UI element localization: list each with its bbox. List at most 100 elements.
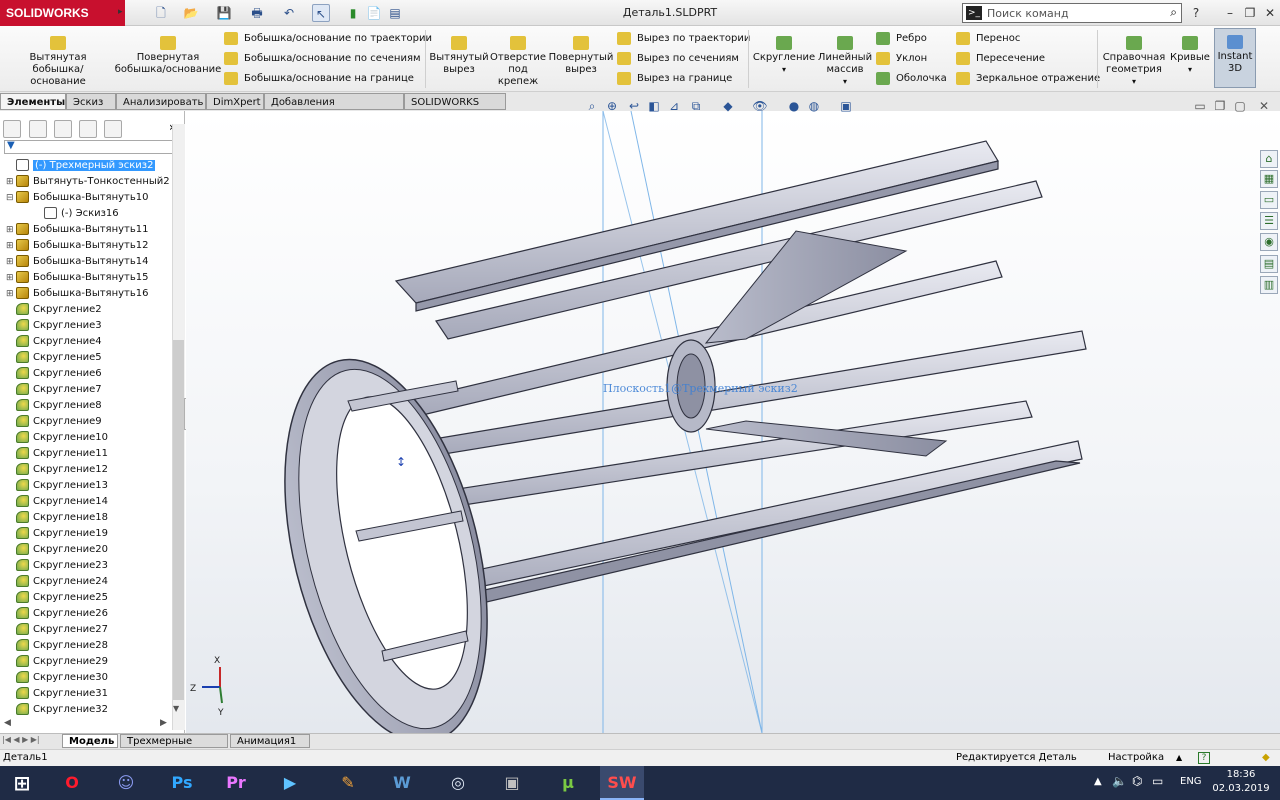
custom-properties-icon[interactable]: ▤ [1260, 255, 1278, 273]
rib-button[interactable]: Ребро [876, 30, 927, 48]
viewport-minimize-icon[interactable]: ▭ [1192, 98, 1208, 114]
tree-item[interactable]: Скругление20 [6, 542, 108, 558]
photoshop-icon[interactable]: Ps [160, 766, 204, 800]
tab-3d-views[interactable]: Трехмерные виды [120, 734, 228, 760]
tree-item[interactable]: Скругление24 [6, 574, 108, 590]
print-icon[interactable]: 🖶 [248, 4, 266, 22]
volume-icon[interactable]: 🔈 [1112, 774, 1127, 788]
tree-item[interactable]: (-) Эскиз16 [34, 206, 119, 222]
tray-expand-icon[interactable]: ▲ [1094, 776, 1102, 787]
solidworks-resources-icon[interactable]: ⌂ [1260, 150, 1278, 168]
tree-item[interactable]: Скругление26 [6, 606, 108, 622]
status-bar-lock-icon[interactable]: ◆ [1262, 750, 1270, 766]
solidworks-taskbar-icon[interactable]: SW [600, 766, 644, 800]
utorrent-icon[interactable]: µ [546, 766, 590, 800]
tree-expand-icon[interactable]: ⊞ [6, 270, 16, 286]
viewport-maximize-icon[interactable]: ▢ [1232, 98, 1248, 114]
zoom-to-area-icon[interactable]: ⊕ [604, 98, 620, 114]
intersect-button[interactable]: Пересечение [956, 50, 1045, 68]
extruded-cut-button[interactable]: Вытянутый вырез [428, 30, 490, 90]
tree-item[interactable]: (-) Трехмерный эскиз2 [6, 158, 156, 174]
design-library-icon[interactable]: ▦ [1260, 170, 1278, 188]
scroll-left-icon[interactable]: ◀ [4, 718, 11, 728]
battery-icon[interactable]: ▭ [1152, 774, 1163, 788]
windows-start-icon[interactable]: ⊞ [0, 766, 44, 800]
lofted-cut-button[interactable]: Вырез по сечениям [617, 50, 739, 68]
open-folder-icon[interactable]: 📂 [182, 4, 200, 22]
media-app-icon[interactable]: ▣ [490, 766, 534, 800]
tree-expand-icon[interactable]: ⊞ [6, 254, 16, 270]
tree-item[interactable]: Скругление11 [6, 446, 108, 462]
steam-icon[interactable]: ◎ [436, 766, 480, 800]
tree-item[interactable]: Скругление6 [6, 366, 102, 382]
search-commands-input[interactable]: >_ Поиск команд ⌕ [962, 3, 1182, 23]
tree-item[interactable]: Скругление5 [6, 350, 102, 366]
settings-arrow-icon[interactable]: ▲ [1176, 750, 1182, 766]
close-icon[interactable]: ✕ [1262, 5, 1278, 21]
tree-item[interactable]: ⊞ Бобышка-Вытянуть12 [6, 238, 148, 254]
mirror-button[interactable]: Зеркальное отражение [956, 70, 1100, 88]
paint-icon[interactable]: ✎ [326, 766, 370, 800]
tree-item[interactable]: Скругление27 [6, 622, 108, 638]
tree-item[interactable]: Скругление10 [6, 430, 108, 446]
tree-item[interactable]: Скругление3 [6, 318, 102, 334]
revolved-boss-button[interactable]: Повернутая бобышка/основание [114, 30, 222, 90]
tab-animation[interactable]: Анимация1 [230, 734, 310, 748]
view-orientation-icon[interactable]: ⧉ [688, 98, 704, 114]
tree-item[interactable]: Скругление8 [6, 398, 102, 414]
help-icon[interactable]: ? [1188, 5, 1204, 21]
tree-item[interactable]: Скругление28 [6, 638, 108, 654]
tree-expand-icon[interactable]: ⊞ [6, 174, 16, 190]
tree-item[interactable]: Скругление29 [6, 654, 108, 670]
tree-item[interactable]: Скругление12 [6, 462, 108, 478]
extruded-boss-button[interactable]: Вытянутая бобышка/основание [6, 30, 110, 90]
appearances-icon[interactable]: ◉ [1260, 233, 1278, 251]
tree-scrollbar-thumb[interactable] [173, 340, 184, 700]
tree-expand-icon[interactable]: ⊞ [6, 238, 16, 254]
tree-item[interactable]: Скругление7 [6, 382, 102, 398]
dimxpert-manager-icon[interactable] [79, 120, 97, 138]
graphics-viewport[interactable]: X Z Y ↕ [186, 111, 1280, 733]
input-language[interactable]: ENG [1180, 776, 1202, 787]
revolved-cut-button[interactable]: Повернутый вырез [548, 30, 614, 90]
view-settings-icon[interactable]: ▣ [838, 98, 854, 114]
solidworks-logo[interactable]: SOLIDWORKS [0, 0, 125, 26]
scroll-down-icon[interactable]: ▼ [173, 704, 179, 713]
tree-filter-input[interactable]: ▼ [4, 140, 184, 154]
display-style-icon[interactable]: ◆ [720, 98, 736, 114]
tree-item[interactable]: Скругление9 [6, 414, 102, 430]
tree-item[interactable]: Скругление31 [6, 686, 108, 702]
zoom-to-fit-icon[interactable]: ⌕ [584, 98, 600, 114]
tab-solidworks-addins[interactable]: Добавления SOLIDWORKS [264, 93, 404, 125]
lofted-boss-button[interactable]: Бобышка/основание по сечениям [224, 50, 421, 68]
apply-scene-icon[interactable]: ◍ [806, 98, 822, 114]
tree-item[interactable]: Скругление4 [6, 334, 102, 350]
viewport-restore-icon[interactable]: ❐ [1212, 98, 1228, 114]
instant-3d-button[interactable]: Instant 3D [1214, 28, 1256, 88]
tree-item[interactable]: Скругление32 [6, 702, 108, 718]
movie-maker-icon[interactable]: ▶ [268, 766, 312, 800]
tree-item[interactable]: ⊞ Бобышка-Вытянуть14 [6, 254, 148, 270]
hole-wizard-button[interactable]: Отверстие под крепеж [490, 30, 546, 90]
reference-geometry-button[interactable]: Справочная геометрия ▾ [1100, 30, 1168, 90]
logo-menu-arrow-icon[interactable]: ▸ [118, 7, 126, 19]
viewport-close-icon[interactable]: ✕ [1256, 98, 1272, 114]
tree-item[interactable]: Скругление23 [6, 558, 108, 574]
tab-nav-arrows-icon[interactable]: |◀ ◀ ▶ ▶| [2, 735, 40, 744]
minimize-icon[interactable]: – [1222, 5, 1238, 21]
tree-item[interactable]: Скругление19 [6, 526, 108, 542]
word-icon[interactable]: W [380, 766, 424, 800]
options-icon[interactable]: ▤ [386, 4, 404, 22]
rebuild-icon[interactable]: ▮ [344, 4, 362, 22]
dynamic-annotation-icon[interactable]: ⊿ [666, 98, 682, 114]
fillet-button[interactable]: Скругление ▾ [752, 30, 816, 90]
view-palette-icon[interactable]: ☰ [1260, 212, 1278, 230]
status-help-button[interactable]: ? [1198, 752, 1210, 764]
display-manager-icon[interactable] [104, 120, 122, 138]
tree-item[interactable]: Скругление18 [6, 510, 108, 526]
configuration-manager-icon[interactable] [54, 120, 72, 138]
tree-item[interactable]: ⊞ Бобышка-Вытянуть16 [6, 286, 148, 302]
feature-tree-icon[interactable] [3, 120, 21, 138]
tree-item[interactable]: ⊞ Вытянуть-Тонкостенный2 [6, 174, 170, 190]
tab-solidworks-mbd[interactable]: SOLIDWORKS MBD [404, 93, 506, 125]
